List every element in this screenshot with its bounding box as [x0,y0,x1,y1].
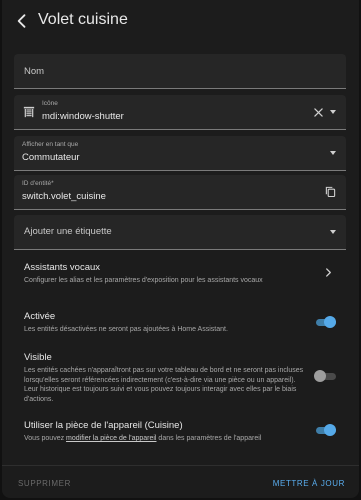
device-area-description: Vous pouvez modifier la pièce de l'appar… [24,435,262,442]
chevron-down-icon[interactable] [330,230,336,234]
chevron-right-icon[interactable] [324,268,333,277]
dialog-footer: SUPPRIMER METTRE À JOUR [2,465,359,498]
copy-icon[interactable] [325,186,336,197]
delete-button[interactable]: SUPPRIMER [18,479,71,488]
visible-title: Visible [24,352,52,363]
icon-picker-field[interactable]: Icône mdi:window-shutter [14,95,346,130]
chevron-down-icon[interactable] [330,110,336,114]
edit-device-area-link[interactable]: modifier la pièce de l'appareil [66,435,156,442]
show-as-label: Afficher en tant que [22,141,79,148]
chevron-down-icon[interactable] [330,151,336,155]
name-field[interactable]: Nom [14,54,346,89]
entity-id-value: switch.volet_cuisine [22,191,106,202]
dialog-header: Volet cuisine [2,0,359,42]
add-label-placeholder: Ajouter une étiquette [24,226,112,237]
clear-icon[interactable] [314,108,323,117]
entity-id-label: ID d'entité* [22,180,54,187]
show-as-select[interactable]: Afficher en tant que Commutateur [14,136,346,171]
voice-assistants-description: Configurer les alias et les paramètres d… [24,277,263,284]
page-title: Volet cuisine [38,11,128,28]
icon-field-label: Icône [42,100,58,107]
toggle-knob [314,370,326,382]
device-area-toggle[interactable] [314,424,336,436]
arrow-left-icon[interactable] [12,11,32,31]
enabled-title: Activée [24,311,56,322]
voice-assistants-title: Assistants vocaux [24,262,101,273]
enabled-toggle[interactable] [314,316,336,328]
entity-id-field[interactable]: ID d'entité* switch.volet_cuisine [14,175,346,210]
visible-description: Les entités cachées n'apparaîtront pas s… [24,367,304,403]
add-label-select[interactable]: Ajouter une étiquette [14,215,346,250]
enabled-row: Activée Les entités désactivées ne seron… [24,311,304,335]
voice-assistants-row[interactable]: Assistants vocaux Configurer les alias e… [24,262,336,286]
device-area-title: Utiliser la pièce de l'appareil (Cuisine… [24,420,183,431]
device-area-row: Utiliser la pièce de l'appareil (Cuisine… [24,420,304,444]
toggle-knob [324,316,336,328]
icon-field-value: mdi:window-shutter [42,111,124,122]
entity-settings-dialog: Volet cuisine Nom Icône mdi:window-shutt… [2,0,359,498]
name-placeholder: Nom [24,66,45,77]
visible-toggle[interactable] [314,370,336,382]
update-button[interactable]: METTRE À JOUR [273,479,345,488]
window-shutter-icon [23,106,35,118]
toggle-knob [324,424,336,436]
enabled-description: Les entités désactivées ne seront pas aj… [24,326,228,333]
show-as-value: Commutateur [22,152,80,163]
visible-row: Visible Les entités cachées n'apparaîtro… [24,352,304,404]
